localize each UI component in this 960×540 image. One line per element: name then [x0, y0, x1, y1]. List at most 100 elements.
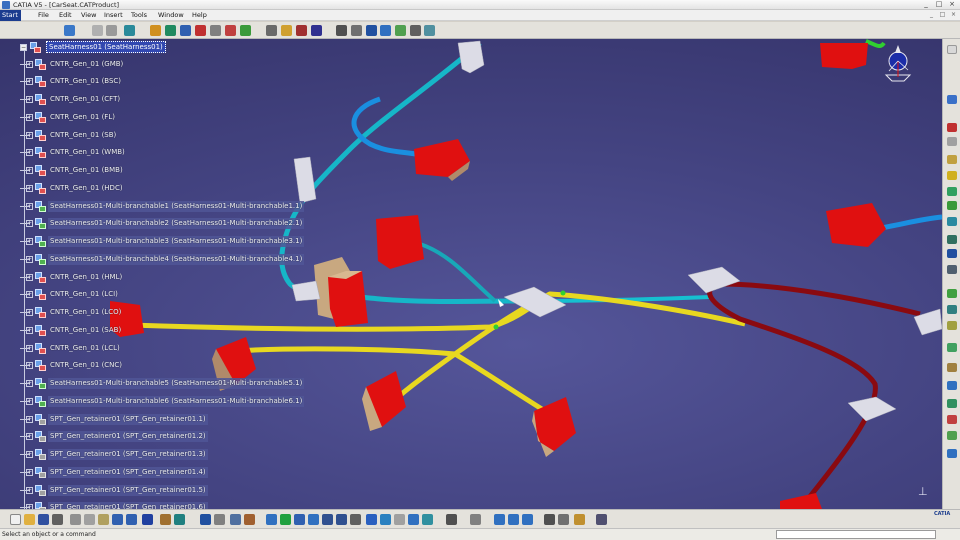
snap-icon[interactable]: [947, 289, 957, 298]
menu-edit[interactable]: Edit: [59, 10, 72, 21]
tree-node[interactable]: + SPT_Gen_retainer01 (SPT_Gen_retainer01.…: [20, 483, 208, 497]
tree-node-label[interactable]: SeatHarness01-Multi-branchable1 (SeatHar…: [48, 200, 305, 212]
gear-icon[interactable]: [596, 514, 607, 525]
tree-node[interactable]: + CNTR_Gen_01 (WMB): [20, 146, 127, 160]
clip-icon[interactable]: [947, 343, 957, 352]
tree-node-label[interactable]: SeatHarness01-Multi-branchable5 (SeatHar…: [48, 378, 305, 389]
tree-node-label[interactable]: SeatHarness01-Multi-branchable2 (SeatHar…: [48, 218, 305, 230]
expand-icon[interactable]: +: [26, 255, 33, 263]
tree-node[interactable]: + SeatHarness01-Multi-branchable4 (SeatHa…: [20, 252, 305, 266]
tree-node[interactable]: + CNTR_Gen_01 (BMB): [20, 164, 125, 178]
tree-node-label[interactable]: CNTR_Gen_01 (LCI): [48, 289, 120, 300]
connector-lower-left[interactable]: [362, 371, 406, 431]
maximize-button[interactable]: □: [933, 0, 945, 9]
tree-node-label[interactable]: SPT_Gen_retainer01 (SPT_Gen_retainer01.3…: [48, 449, 208, 460]
collapse-icon[interactable]: −: [20, 43, 27, 51]
menu-file[interactable]: File: [38, 10, 49, 21]
fly-icon[interactable]: [244, 514, 255, 525]
product-icon[interactable]: [64, 25, 75, 36]
speech-icon[interactable]: [174, 514, 185, 525]
tree-node-label[interactable]: CNTR_Gen_01 (HML): [48, 272, 124, 283]
expand-icon[interactable]: +: [26, 397, 33, 405]
dash-icon[interactable]: [380, 25, 391, 36]
tree-node[interactable]: + CNTR_Gen_01 (CFT): [20, 93, 122, 107]
leaf-icon[interactable]: [947, 431, 957, 440]
bundle-tool-icon[interactable]: [947, 235, 957, 244]
tree-node[interactable]: + SeatHarness01-Multi-branchable3 (SeatHa…: [20, 235, 305, 249]
hide-icon[interactable]: [408, 514, 419, 525]
check-icon[interactable]: [947, 399, 957, 408]
package-icon[interactable]: [410, 25, 421, 36]
expand-icon[interactable]: +: [26, 78, 33, 86]
menu-tools[interactable]: Tools: [131, 10, 147, 21]
save-icon[interactable]: [38, 514, 49, 525]
slack-icon[interactable]: [311, 25, 322, 36]
help-icon[interactable]: [142, 514, 153, 525]
cube-icon[interactable]: [947, 217, 957, 226]
tree-node[interactable]: + CNTR_Gen_01 (LCL): [20, 341, 122, 355]
tree-node[interactable]: + SeatHarness01-Multi-branchable2 (SeatHa…: [20, 217, 305, 231]
expand-icon[interactable]: +: [26, 184, 33, 192]
undo-icon[interactable]: [112, 514, 123, 525]
export-icon[interactable]: [424, 25, 435, 36]
tree-node[interactable]: + SPT_Gen_retainer01 (SPT_Gen_retainer01.…: [20, 465, 208, 479]
expand-icon[interactable]: +: [26, 131, 33, 139]
yellow-wire-branch-right[interactable]: [453, 351, 547, 414]
close-button[interactable]: ×: [946, 0, 958, 9]
swap-icon[interactable]: [422, 514, 433, 525]
tree-node-label[interactable]: SPT_Gen_retainer01 (SPT_Gen_retainer01.4…: [48, 466, 208, 478]
tree-node-label[interactable]: SeatHarness01-Multi-branchable3 (SeatHar…: [48, 236, 305, 247]
expand-icon[interactable]: +: [26, 96, 33, 103]
tree-node-label[interactable]: CNTR_Gen_01 (SB): [48, 130, 118, 141]
rotate-icon[interactable]: [294, 514, 305, 525]
expand-icon[interactable]: +: [26, 362, 33, 370]
expand-icon[interactable]: +: [26, 486, 33, 494]
tools-icon[interactable]: [544, 514, 555, 525]
tree-node-label[interactable]: CNTR_Gen_01 (SAB): [48, 325, 123, 336]
wire-tool-icon[interactable]: [947, 249, 957, 258]
tree-node[interactable]: + SeatHarness01-Multi-branchable5 (SeatHa…: [20, 377, 305, 391]
normal-view-icon[interactable]: [350, 514, 361, 525]
support-right[interactable]: [687, 266, 741, 294]
tree-node[interactable]: + CNTR_Gen_01 (HDC): [20, 181, 125, 195]
toolbar-grip-icon[interactable]: [947, 45, 957, 54]
layer-icon[interactable]: [494, 514, 505, 525]
iso-view-icon[interactable]: [380, 514, 391, 525]
multi-view-icon[interactable]: [366, 514, 377, 525]
tree-node-label[interactable]: CNTR_Gen_01 (HDC): [48, 183, 125, 194]
connector-top-right[interactable]: [820, 43, 868, 69]
menu-help[interactable]: Help: [192, 10, 207, 21]
expand-icon[interactable]: +: [26, 309, 33, 316]
zoom-out-icon[interactable]: [336, 514, 347, 525]
flag-icon[interactable]: [947, 415, 957, 424]
pointer-icon[interactable]: [947, 123, 957, 132]
tree-node-label[interactable]: CNTR_Gen_01 (LCO): [48, 307, 123, 318]
redo-icon[interactable]: [126, 514, 137, 525]
connector-bottom[interactable]: [780, 493, 822, 509]
specification-tree[interactable]: − SeatHarness01 (SeatHarness01) + CNTR_Ge…: [10, 39, 350, 509]
tree-node-label[interactable]: CNTR_Gen_01 (LCL): [48, 343, 122, 354]
paste-icon[interactable]: [98, 514, 109, 525]
new-icon[interactable]: [10, 514, 21, 525]
expand-icon[interactable]: +: [26, 238, 33, 245]
paint-icon[interactable]: [947, 155, 957, 164]
tree-node-label[interactable]: CNTR_Gen_01 (CFT): [48, 94, 122, 105]
tag-icon[interactable]: [947, 363, 957, 372]
tree-node-label[interactable]: SeatHarness01-Multi-branchable6 (SeatHar…: [48, 395, 305, 407]
compass-widget[interactable]: [880, 41, 916, 85]
expand-icon[interactable]: +: [26, 433, 33, 441]
support-icon[interactable]: [210, 25, 221, 36]
expand-icon[interactable]: +: [26, 451, 33, 458]
layer-up-icon[interactable]: [522, 514, 533, 525]
tree-node[interactable]: + CNTR_Gen_01 (SB): [20, 128, 118, 142]
tree-node-label[interactable]: CNTR_Gen_01 (FL): [48, 112, 117, 123]
menu-view[interactable]: View: [81, 10, 96, 21]
doc-close-button[interactable]: ×: [949, 11, 958, 19]
tree-node[interactable]: + CNTR_Gen_01 (HML): [20, 270, 124, 284]
tree-root-label[interactable]: SeatHarness01 (SeatHarness01): [46, 41, 166, 53]
tree-node-label[interactable]: SPT_Gen_retainer01 (SPT_Gen_retainer01.2…: [48, 431, 208, 443]
expand-icon[interactable]: +: [26, 60, 33, 68]
tree-node-label[interactable]: CNTR_Gen_01 (BSC): [48, 76, 123, 87]
tree-node-label[interactable]: CNTR_Gen_01 (GMB): [48, 59, 125, 70]
tree-node-label[interactable]: CNTR_Gen_01 (CNC): [48, 360, 124, 371]
